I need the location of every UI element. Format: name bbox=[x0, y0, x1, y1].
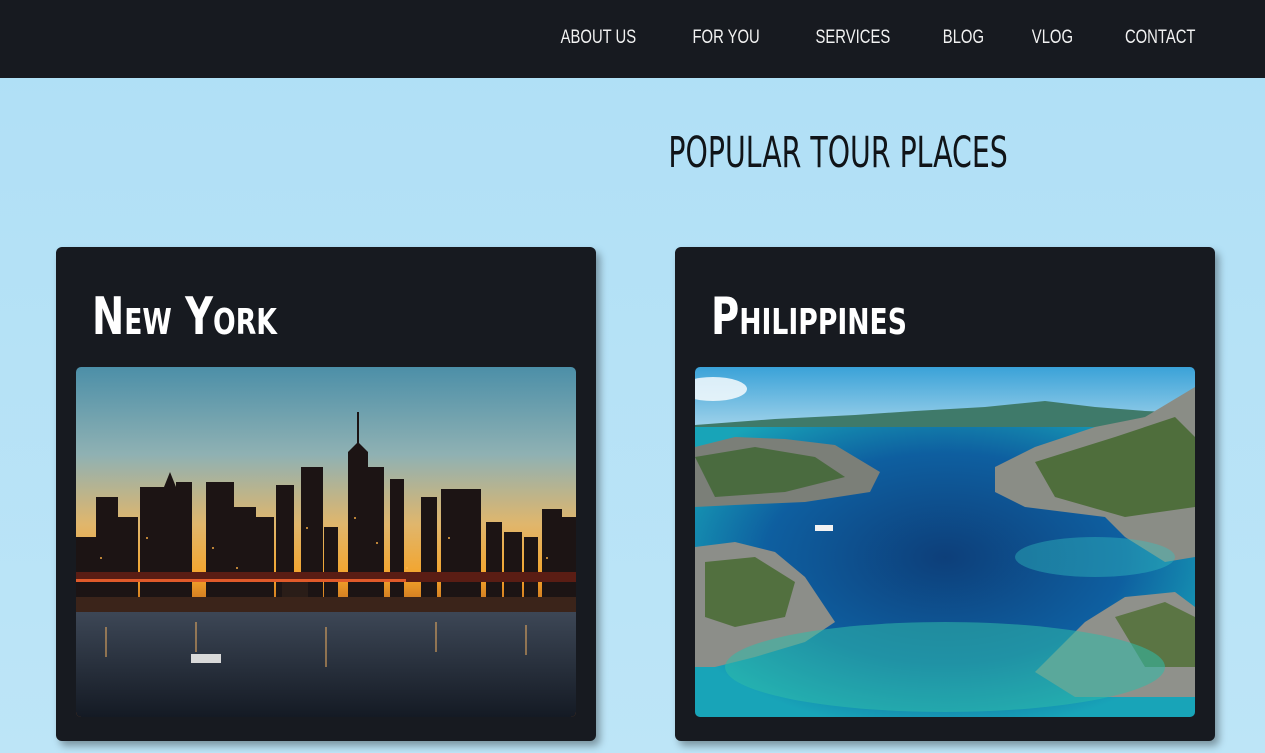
top-navbar: ABOUT US FOR YOU SERVICES BLOG VLOG CONT… bbox=[0, 0, 1265, 78]
new-york-photo bbox=[76, 367, 576, 717]
nav-for-you[interactable]: FOR YOU bbox=[682, 27, 771, 49]
nav-about-us[interactable]: ABOUT US bbox=[550, 27, 647, 49]
tour-card-new-york[interactable]: New York bbox=[56, 247, 596, 741]
section-title: POPULAR TOUR PLACES bbox=[668, 128, 1009, 178]
nav-contact[interactable]: CONTACT bbox=[1114, 27, 1206, 49]
tour-card-philippines[interactable]: Philippines bbox=[675, 247, 1215, 741]
philippines-photo bbox=[695, 367, 1195, 717]
card-title: New York bbox=[92, 287, 277, 347]
section-heading-wrap: POPULAR TOUR PLACES bbox=[0, 128, 1265, 178]
nav-services[interactable]: SERVICES bbox=[805, 27, 902, 49]
main-nav: ABOUT US FOR YOU SERVICES BLOG VLOG CONT… bbox=[528, 27, 1219, 49]
nav-blog[interactable]: BLOG bbox=[932, 27, 995, 49]
nav-vlog[interactable]: VLOG bbox=[1021, 27, 1084, 49]
card-title: Philippines bbox=[711, 287, 907, 347]
